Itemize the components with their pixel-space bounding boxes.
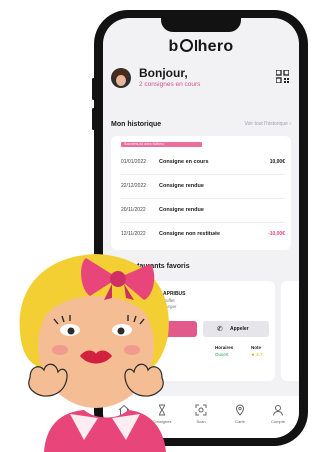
mascot-illustration: [19, 254, 169, 452]
